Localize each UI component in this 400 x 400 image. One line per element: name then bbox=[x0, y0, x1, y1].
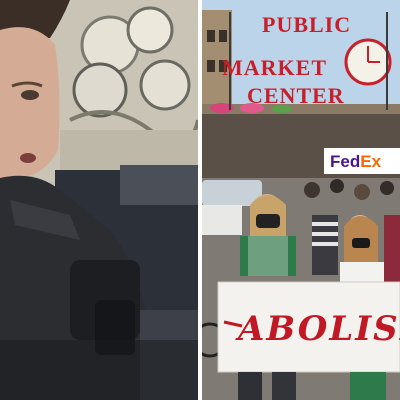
crowd-person bbox=[354, 184, 370, 200]
protester-legs bbox=[238, 372, 262, 400]
stripe bbox=[312, 242, 338, 246]
left-photo-officer bbox=[0, 0, 198, 400]
market-sign-line1: PUBLIC bbox=[262, 12, 351, 37]
stripe bbox=[312, 222, 338, 226]
officer-eye bbox=[21, 90, 39, 100]
officer-mouth bbox=[20, 153, 36, 163]
officer-scene bbox=[0, 0, 198, 400]
green-skirt bbox=[350, 372, 386, 400]
protester-legs bbox=[272, 372, 296, 400]
building-window bbox=[207, 30, 215, 42]
graffiti-shape bbox=[72, 62, 128, 118]
protester-edge bbox=[384, 215, 400, 285]
market-sign-line3: CENTER bbox=[247, 83, 345, 108]
graffiti-shape bbox=[126, 6, 174, 54]
headrest bbox=[120, 165, 198, 205]
banner-text: ABOLISH bbox=[235, 309, 400, 349]
building-window bbox=[219, 30, 227, 42]
graffiti-shape bbox=[139, 59, 191, 111]
parked-car bbox=[202, 205, 242, 235]
protest-scene: PUBLIC MARKET CENTER FedEx ABOLIS bbox=[202, 0, 400, 400]
building-window bbox=[207, 60, 215, 72]
white-shirt bbox=[340, 262, 384, 284]
right-photo-protest: PUBLIC MARKET CENTER FedEx ABOLIS bbox=[202, 0, 400, 400]
fedex-logo: FedEx bbox=[330, 152, 382, 171]
face-mask bbox=[352, 238, 370, 248]
crowd-person bbox=[330, 179, 344, 193]
shirt bbox=[248, 236, 288, 276]
crowd-person bbox=[304, 182, 320, 198]
face-mask bbox=[256, 214, 280, 228]
photo-collage: PUBLIC MARKET CENTER FedEx ABOLIS bbox=[0, 0, 400, 400]
market-sign-line2: MARKET bbox=[222, 55, 327, 80]
vignette bbox=[0, 340, 198, 400]
crowd-person bbox=[380, 181, 394, 195]
stripe bbox=[312, 232, 338, 236]
